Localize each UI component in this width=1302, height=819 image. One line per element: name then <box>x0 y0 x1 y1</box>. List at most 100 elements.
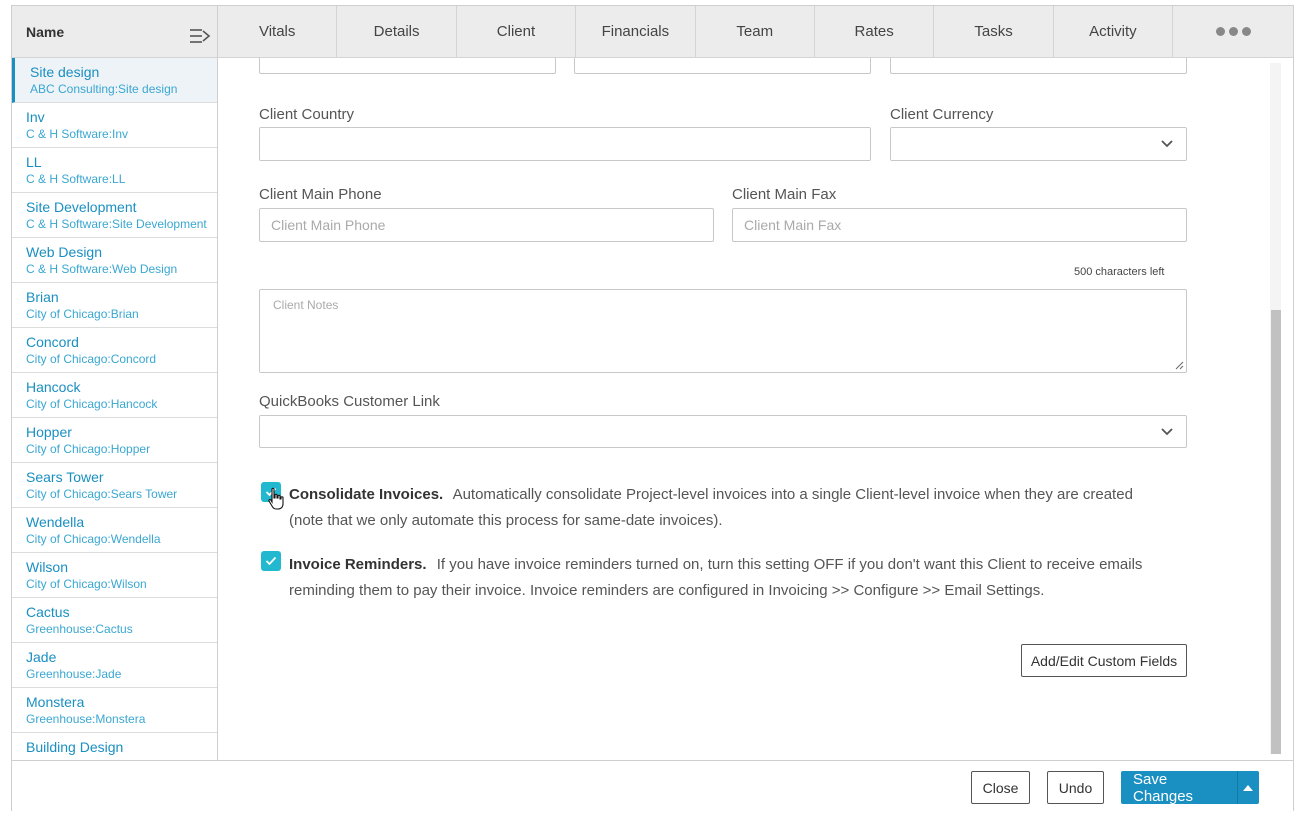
tab-rates[interactable]: Rates <box>815 6 935 57</box>
undo-button[interactable]: Undo <box>1047 771 1104 804</box>
project-list: Site design ABC Consulting:Site design Inv… <box>12 58 217 760</box>
close-button[interactable]: Close <box>971 771 1030 804</box>
add-edit-custom-fields-button[interactable]: Add/Edit Custom Fields <box>1021 644 1187 677</box>
list-item[interactable]: Concord City of Chicago:Concord <box>12 328 217 373</box>
list-item-subtitle: City of Chicago:Sears Tower <box>26 487 178 501</box>
list-item-name: Hancock <box>26 379 81 395</box>
list-item[interactable]: Wilson City of Chicago:Wilson <box>12 553 217 598</box>
list-item[interactable]: Inv C & H Software:Inv <box>12 103 217 148</box>
client-main-phone-label: Client Main Phone <box>259 186 382 203</box>
list-item[interactable]: Brian City of Chicago:Brian <box>12 283 217 328</box>
list-item-name: Web Design <box>26 244 103 260</box>
client-currency-select[interactable] <box>890 127 1187 161</box>
list-item[interactable]: Hopper City of Chicago:Hopper <box>12 418 217 463</box>
collapse-sidebar-icon[interactable] <box>189 26 211 46</box>
list-item-name: Site Development <box>26 199 137 215</box>
list-item-subtitle: C & H Software:LL <box>26 172 126 186</box>
sidebar-title: Name <box>26 24 65 40</box>
list-item-name: Inv <box>26 109 45 125</box>
tab-vitals[interactable]: Vitals <box>218 6 338 57</box>
list-item-name: Building Design <box>26 739 124 755</box>
list-item[interactable]: Sears Tower City of Chicago:Sears Tower <box>12 463 217 508</box>
list-item-name: Wendella <box>26 514 85 530</box>
list-item[interactable]: Wendella City of Chicago:Wendella <box>12 508 217 553</box>
checkmark-icon <box>265 487 277 497</box>
client-notes-textarea[interactable] <box>259 289 1187 373</box>
invoice-reminders-checkbox[interactable] <box>261 551 281 571</box>
list-item-subtitle: City of Chicago:Concord <box>26 352 157 366</box>
list-item-name: Hopper <box>26 424 72 440</box>
invoice-reminders-title: Invoice Reminders. <box>289 556 427 573</box>
app-window: Name Site design ABC Consulting:Site desi… <box>11 5 1294 811</box>
save-changes-button[interactable]: Save Changes <box>1121 770 1259 805</box>
list-item-subtitle: City of Chicago:Wendella <box>26 532 161 546</box>
list-item-name: Concord <box>26 334 79 350</box>
resize-grip-icon[interactable] <box>1174 360 1184 370</box>
list-item-subtitle: Greenhouse:Cactus <box>26 622 133 636</box>
list-item-subtitle: City of Chicago:Hopper <box>26 442 151 456</box>
sidebar-header: Name <box>12 6 217 58</box>
list-item-subtitle: C & H Software:Site Development <box>26 217 207 231</box>
footer-bar: Close Undo Save Changes <box>12 760 1293 811</box>
list-item-name: LL <box>26 154 42 170</box>
list-item[interactable]: Monstera Greenhouse:Monstera <box>12 688 217 733</box>
sidebar: Name Site design ABC Consulting:Site desi… <box>12 6 218 760</box>
tab-activity[interactable]: Activity <box>1054 6 1174 57</box>
tab-financials[interactable]: Financials <box>576 6 696 57</box>
quickbooks-customer-select[interactable] <box>259 415 1187 448</box>
field-partial-1[interactable] <box>259 58 556 74</box>
client-currency-label: Client Currency <box>890 106 994 123</box>
consolidate-invoices-description: Consolidate Invoices. Automatically cons… <box>289 482 1169 534</box>
list-item-name: Cactus <box>26 604 70 620</box>
client-main-phone-input[interactable] <box>259 208 714 242</box>
tab-tasks[interactable]: Tasks <box>934 6 1054 57</box>
consolidate-invoices-checkbox[interactable] <box>261 482 281 502</box>
list-item[interactable]: Jade Greenhouse:Jade <box>12 643 217 688</box>
chevron-down-icon <box>1161 428 1173 436</box>
list-item-subtitle: ABC Consulting:Site design <box>30 82 178 96</box>
list-item-subtitle: C & H Software:Web Design <box>26 262 178 276</box>
list-item-subtitle: Greenhouse:Jade <box>26 667 122 681</box>
tab-client[interactable]: Client <box>457 6 577 57</box>
scrollbar-thumb[interactable] <box>1271 310 1281 754</box>
list-item-subtitle: City of Chicago:Brian <box>26 307 139 321</box>
list-item-name: Site design <box>30 64 100 80</box>
chars-left-counter: 500 characters left <box>1074 266 1165 278</box>
list-item-name: Jade <box>26 649 57 665</box>
list-item[interactable]: Building Design <box>12 733 217 760</box>
client-country-input[interactable] <box>259 127 871 161</box>
more-tabs-button[interactable] <box>1173 6 1293 57</box>
client-main-fax-input[interactable] <box>732 208 1187 242</box>
save-options-dropdown[interactable] <box>1236 771 1259 804</box>
consolidate-invoices-title: Consolidate Invoices. <box>289 486 444 503</box>
list-item[interactable]: Web Design C & H Software:Web Design <box>12 238 217 283</box>
list-item-name: Monstera <box>26 694 85 710</box>
field-partial-2[interactable] <box>574 58 871 74</box>
chevron-down-icon <box>1161 140 1173 148</box>
list-item-name: Wilson <box>26 559 69 575</box>
list-item[interactable]: Cactus Greenhouse:Cactus <box>12 598 217 643</box>
list-item[interactable]: Site Development C & H Software:Site Deve… <box>12 193 217 238</box>
client-form: Client Country Client Currency Client Ma… <box>219 58 1293 760</box>
tab-details[interactable]: Details <box>337 6 457 57</box>
list-item[interactable]: Hancock City of Chicago:Hancock <box>12 373 217 418</box>
tab-team[interactable]: Team <box>696 6 815 57</box>
checkmark-icon <box>265 556 277 566</box>
field-partial-3[interactable] <box>890 58 1187 74</box>
save-changes-label: Save Changes <box>1133 770 1194 805</box>
caret-up-icon <box>1243 784 1254 791</box>
list-item-subtitle: C & H Software:Inv <box>26 127 129 141</box>
list-item-name: Brian <box>26 289 59 305</box>
list-item-subtitle: City of Chicago:Hancock <box>26 397 158 411</box>
list-item[interactable]: Site design ABC Consulting:Site design <box>12 58 217 103</box>
list-item-subtitle: City of Chicago:Wilson <box>26 577 147 591</box>
quickbooks-label: QuickBooks Customer Link <box>259 393 440 410</box>
list-item-subtitle: Greenhouse:Monstera <box>26 712 146 726</box>
client-main-fax-label: Client Main Fax <box>732 186 837 203</box>
list-item-name: Sears Tower <box>26 469 104 485</box>
invoice-reminders-description: Invoice Reminders. If you have invoice r… <box>289 552 1169 604</box>
tab-bar: Vitals Details Client Financials Team Ra… <box>218 6 1293 58</box>
list-item[interactable]: LL C & H Software:LL <box>12 148 217 193</box>
client-country-label: Client Country <box>259 106 355 123</box>
more-icon <box>1215 27 1251 36</box>
